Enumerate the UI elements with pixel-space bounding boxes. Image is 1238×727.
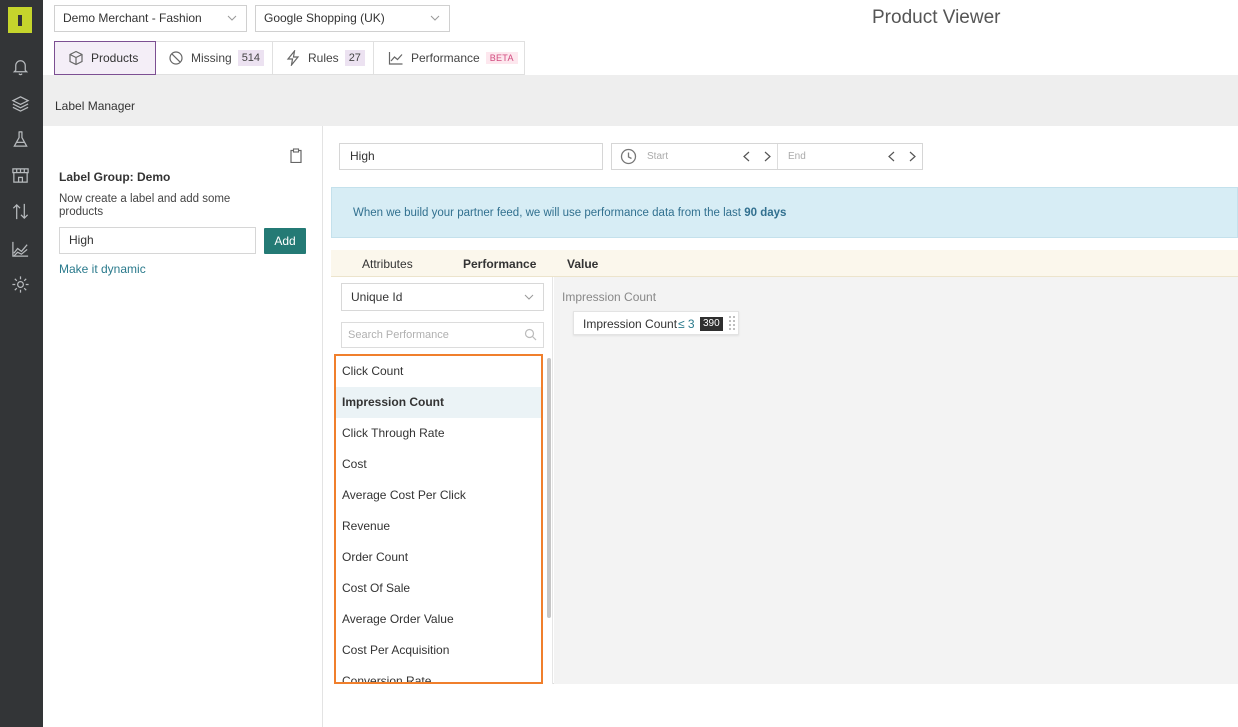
box-icon (68, 50, 84, 66)
make-dynamic-link[interactable]: Make it dynamic (59, 262, 146, 276)
line-chart-icon (388, 50, 404, 66)
info-alert: When we build your partner feed, we will… (331, 187, 1238, 238)
metric-item-revenue[interactable]: Revenue (336, 511, 541, 542)
chevron-down-icon (430, 15, 440, 21)
tab-rules[interactable]: Rules 27 (273, 41, 374, 75)
date-separator (777, 144, 778, 169)
metric-item-order-count[interactable]: Order Count (336, 542, 541, 573)
layers-icon[interactable] (10, 93, 30, 113)
end-date-placeholder[interactable]: End (788, 151, 806, 162)
filter-input[interactable]: High (339, 143, 603, 170)
search-performance-input[interactable]: Search Performance (341, 322, 544, 348)
condition-operator[interactable]: ≤ 3 (678, 317, 695, 331)
tab-performance[interactable]: Performance BETA (374, 41, 525, 75)
page-title: Product Viewer (872, 7, 1001, 28)
label-name-input[interactable]: High (59, 227, 256, 254)
start-date-placeholder[interactable]: Start (647, 151, 668, 162)
clock-icon (620, 148, 637, 165)
rule-builder-header: Attributes Performance Value (331, 250, 1238, 277)
metric-list: Click Count Impression Count Click Throu… (336, 356, 541, 682)
metric-item-cost-per-acquisition[interactable]: Cost Per Acquisition (336, 635, 541, 666)
drag-handle-icon[interactable] (728, 315, 736, 332)
condition-chip[interactable]: Impression Count ≤ 3 390 (573, 311, 739, 335)
tab-attributes[interactable]: Attributes (362, 257, 413, 271)
metric-item-click-count[interactable]: Click Count (336, 356, 541, 387)
chart-icon[interactable] (10, 238, 30, 258)
channel-select[interactable]: Google Shopping (UK) (255, 5, 450, 32)
tab-value[interactable]: Value (567, 257, 598, 271)
tab-missing-label: Missing (191, 51, 232, 65)
add-label-button[interactable]: Add (264, 228, 306, 254)
metric-item-click-through-rate[interactable]: Click Through Rate (336, 418, 541, 449)
main-content: High Start End When we build your partne… (323, 126, 1238, 727)
chevron-left-icon[interactable] (742, 151, 752, 162)
tab-products-label: Products (91, 51, 139, 65)
channel-select-value: Google Shopping (UK) (264, 11, 385, 25)
conditions-area: Impression Count Impression Count ≤ 3 39… (554, 277, 1238, 684)
metric-list-highlight: Click Count Impression Count Click Throu… (334, 354, 543, 684)
tab-products[interactable]: Products (54, 41, 156, 75)
metric-picker: Unique Id Search Performance Click Count… (331, 277, 553, 684)
gear-icon[interactable] (10, 274, 30, 294)
bolt-icon (285, 50, 301, 66)
sidebar (0, 0, 43, 727)
tab-missing[interactable]: Missing 514 (156, 41, 273, 75)
view-tabs: Products Missing 514 Rules 27 Performanc… (43, 41, 1238, 75)
metric-item-conversion-rate[interactable]: Conversion Rate (336, 666, 541, 682)
attribute-select[interactable]: Unique Id (341, 283, 544, 311)
date-range-picker[interactable]: Start End (611, 143, 923, 170)
beta-badge: BETA (485, 52, 518, 64)
tab-performance-label: Performance (411, 51, 480, 65)
search-icon (524, 328, 537, 341)
rule-builder: Attributes Performance Value Unique Id S… (331, 250, 1238, 684)
block-icon (168, 50, 184, 66)
store-icon[interactable] (10, 165, 30, 185)
missing-count-badge: 514 (237, 50, 265, 66)
bell-icon[interactable] (10, 56, 30, 76)
chevron-right-icon[interactable] (907, 151, 917, 162)
rules-count-badge: 27 (344, 50, 365, 66)
search-placeholder: Search Performance (348, 329, 449, 341)
chevron-right-icon[interactable] (762, 151, 772, 162)
clipboard-icon[interactable] (290, 148, 302, 163)
condition-group-title: Impression Count (562, 290, 657, 304)
condition-metric: Impression Count (583, 317, 678, 331)
info-text: When we build your partner feed, we will… (353, 207, 786, 219)
top-bar: Demo Merchant - Fashion Google Shopping … (43, 0, 1238, 42)
metric-item-impression-count[interactable]: Impression Count (336, 387, 541, 418)
chevron-left-icon[interactable] (887, 151, 897, 162)
info-text-bold: 90 days (744, 207, 787, 219)
tab-rules-label: Rules (308, 51, 339, 65)
list-scrollbar[interactable] (547, 358, 551, 618)
label-group-hint: Now create a label and add some products (59, 193, 231, 218)
metric-item-average-cost-per-click[interactable]: Average Cost Per Click (336, 480, 541, 511)
metric-item-cost[interactable]: Cost (336, 449, 541, 480)
metric-item-average-order-value[interactable]: Average Order Value (336, 604, 541, 635)
sub-header: Label Manager (43, 75, 1238, 126)
label-group-panel: Label Group: Demo Now create a label and… (43, 126, 323, 727)
section-title: Label Manager (55, 99, 136, 113)
chevron-down-icon (524, 294, 534, 300)
merchant-select-value: Demo Merchant - Fashion (63, 11, 202, 25)
label-group-title: Label Group: Demo (59, 170, 171, 184)
attribute-select-value: Unique Id (351, 290, 403, 304)
tab-performance-metrics[interactable]: Performance (463, 257, 536, 271)
info-text-main: When we build your partner feed, we will… (353, 207, 745, 219)
metric-item-cost-of-sale[interactable]: Cost Of Sale (336, 573, 541, 604)
sort-arrows-icon[interactable] (10, 201, 30, 221)
merchant-select[interactable]: Demo Merchant - Fashion (54, 5, 247, 32)
chevron-down-icon (227, 15, 237, 21)
condition-value[interactable]: 390 (700, 317, 723, 331)
app-logo[interactable] (8, 7, 32, 33)
flask-icon[interactable] (10, 129, 30, 149)
